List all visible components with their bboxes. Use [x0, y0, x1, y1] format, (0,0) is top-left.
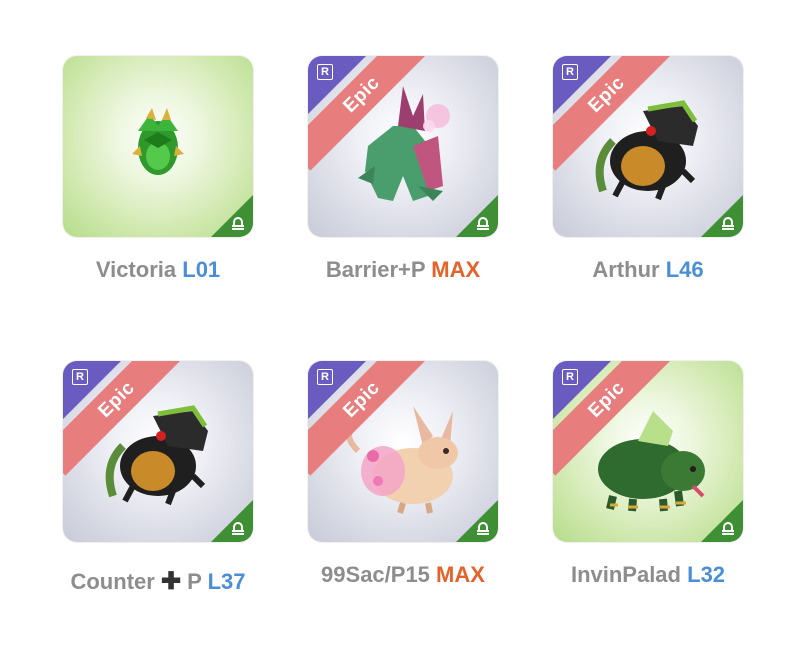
- wind-icon: [722, 217, 734, 230]
- rarity-icon: R: [72, 369, 88, 385]
- monster-card-arthur[interactable]: Epic R: [553, 56, 743, 237]
- monster-name: Barrier+P: [325, 257, 426, 282]
- wind-icon: [232, 522, 244, 535]
- monster-name: Counter: [70, 569, 155, 594]
- wind-icon: [477, 217, 489, 230]
- monster-level: L37: [207, 569, 246, 594]
- monster-name: Victoria: [95, 257, 177, 282]
- monster-label-barrier: Barrier+P MAX: [273, 257, 533, 283]
- wind-icon: [722, 522, 734, 535]
- monster-label-victoria: Victoria L01: [28, 257, 288, 283]
- monster-level: MAX: [431, 257, 481, 282]
- monster-card-invinpalad[interactable]: Epic R: [553, 361, 743, 542]
- monster-label-arthur: Arthur L46: [518, 257, 778, 283]
- wind-icon: [477, 522, 489, 535]
- monster-card-barrier[interactable]: Epic R: [308, 56, 498, 237]
- rarity-icon: R: [562, 369, 578, 385]
- monster-name-suffix: P: [187, 569, 202, 594]
- monster-card-99sac[interactable]: Epic R: [308, 361, 498, 542]
- monster-level: L01: [182, 257, 221, 282]
- monster-level: MAX: [436, 562, 485, 587]
- rarity-icon: R: [317, 64, 333, 80]
- monster-label-counter: Counter ✚ P L37: [28, 567, 288, 596]
- monster-card-victoria[interactable]: [63, 56, 253, 237]
- rarity-icon: R: [317, 369, 333, 385]
- monster-name: 99Sac/P15: [321, 562, 430, 587]
- monster-name: Arthur: [592, 257, 660, 282]
- wind-icon: [232, 217, 244, 230]
- monster-label-invinpalad: InvinPalad L32: [518, 562, 778, 588]
- monster-level: L32: [687, 562, 726, 587]
- monster-label-99sac: 99Sac/P15 MAX: [273, 562, 533, 588]
- monster-card-counter[interactable]: Epic R: [63, 361, 253, 542]
- rarity-icon: R: [562, 64, 578, 80]
- plus-icon: ✚: [160, 568, 182, 595]
- monster-name: InvinPalad: [570, 562, 681, 587]
- monster-level: L46: [665, 257, 704, 282]
